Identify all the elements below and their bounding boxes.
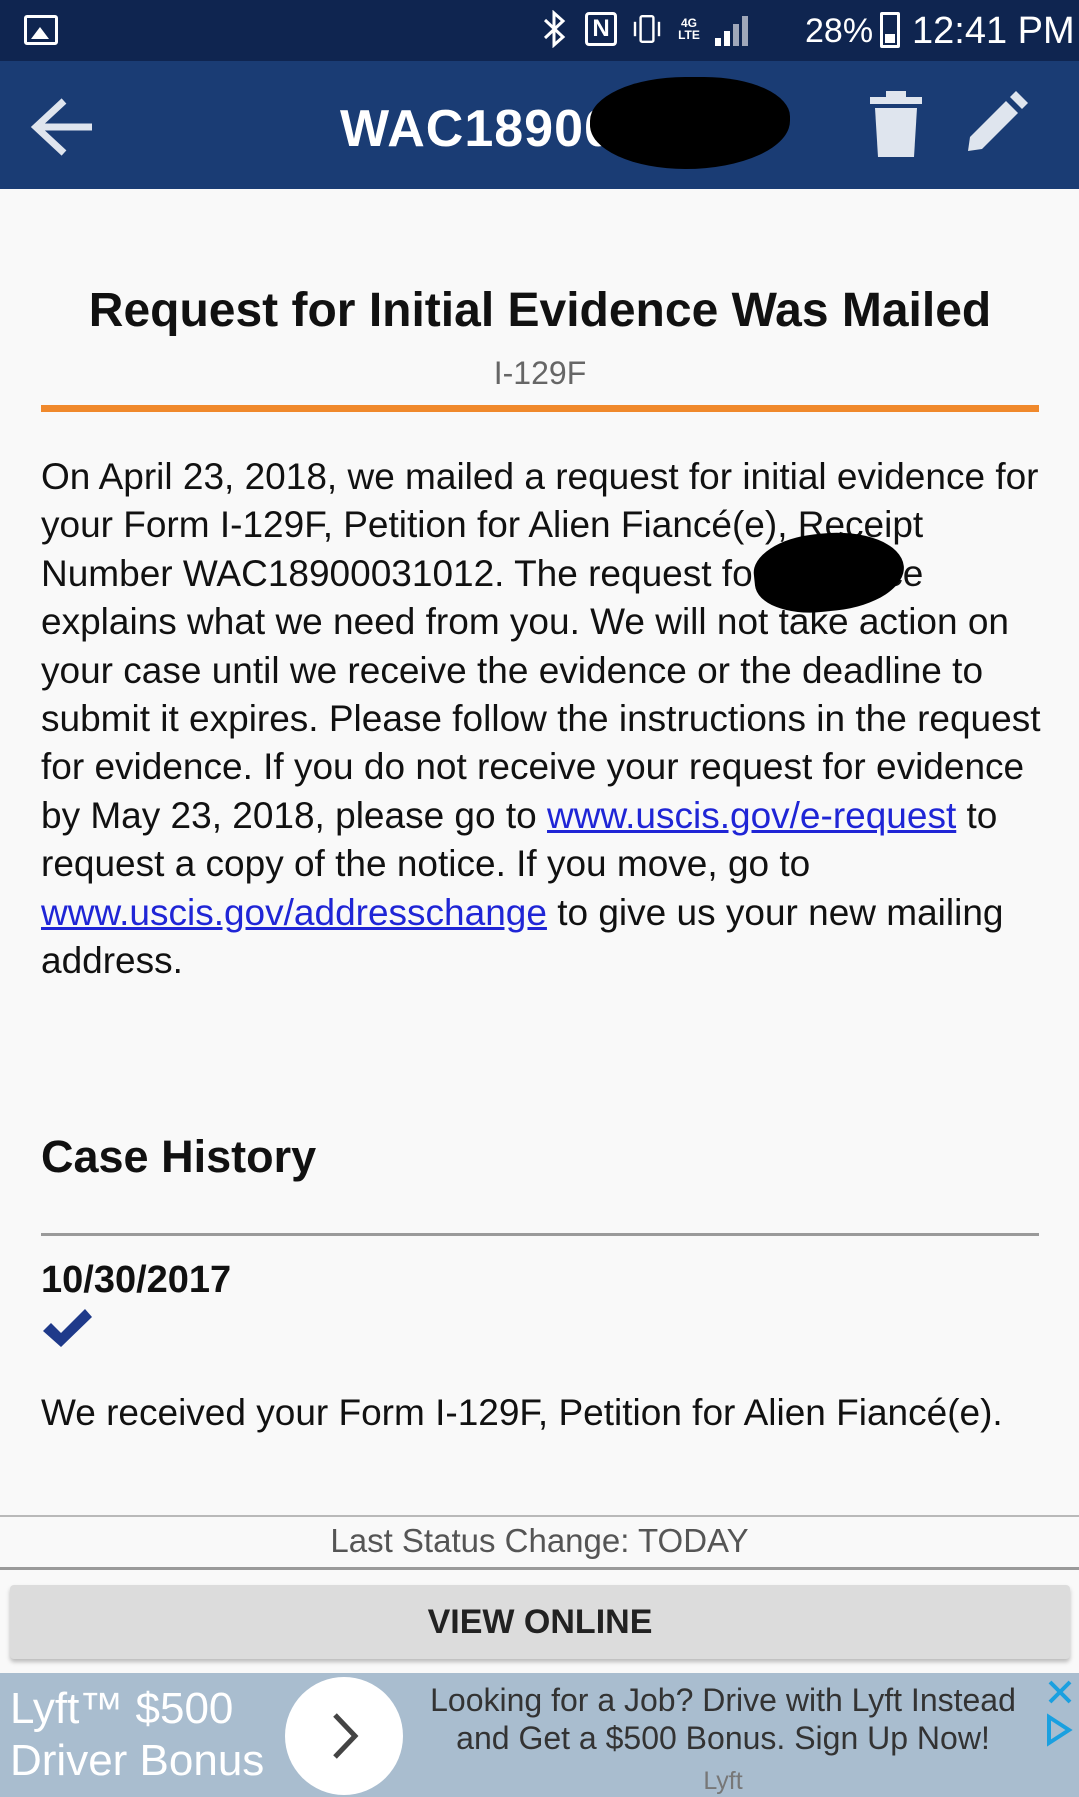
clock: 12:41 PM [912, 10, 1075, 52]
case-description: On April 23, 2018, we mailed a request f… [41, 453, 1041, 985]
trash-icon[interactable] [866, 89, 926, 159]
divider [0, 1515, 1079, 1517]
address-change-link[interactable]: www.uscis.gov/addresschange [41, 892, 547, 933]
edit-pencil-icon[interactable] [960, 87, 1032, 159]
nfc-label: N [592, 15, 610, 42]
form-type: I-129F [493, 355, 587, 391]
vibrate-icon [631, 10, 663, 48]
battery-percent: 28% [805, 12, 874, 50]
nfc-icon: N [585, 12, 617, 46]
case-history-heading: Case History [41, 1131, 317, 1182]
ad-banner[interactable]: Lyft™ $500 Driver Bonus Looking for a Jo… [0, 1673, 1079, 1797]
chevron-right-icon[interactable] [285, 1677, 403, 1795]
redaction-mark [590, 77, 790, 169]
description-text: On April 23, 2018, we mailed a request f… [41, 456, 1041, 836]
checkmark-icon [41, 1307, 93, 1351]
status-icons: N 4G LTE [539, 10, 755, 48]
receipt-number-title: WAC18900 [340, 100, 614, 158]
gallery-icon [24, 15, 58, 45]
network-icon: 4G LTE [677, 10, 701, 48]
battery-icon [880, 12, 900, 48]
bluetooth-icon [539, 10, 571, 48]
status-bar: N 4G LTE 28% 12:41 PM [0, 0, 1079, 61]
ad-body[interactable]: Looking for a Job? Drive with Lyft Inste… [408, 1681, 1038, 1757]
divider [0, 1567, 1079, 1570]
accent-divider [41, 405, 1039, 412]
e-request-link[interactable]: www.uscis.gov/e-request [547, 795, 956, 836]
case-status-title: Request for Initial Evidence Was Mailed [88, 284, 992, 337]
ad-sponsor: Lyft [703, 1767, 743, 1795]
app-bar: WAC18900 [0, 61, 1079, 189]
divider [41, 1233, 1039, 1236]
history-date: 10/30/2017 [41, 1259, 232, 1301]
view-online-button[interactable]: VIEW ONLINE [10, 1585, 1070, 1659]
back-arrow-icon[interactable] [24, 91, 104, 161]
network-label: 4G LTE [678, 16, 700, 42]
signal-icon [715, 12, 755, 46]
history-text: We received your Form I-129F, Petition f… [41, 1392, 1003, 1433]
ad-title[interactable]: Lyft™ $500 Driver Bonus [10, 1683, 310, 1787]
last-status-change: Last Status Change: TODAY [330, 1522, 749, 1559]
ad-choices-icon[interactable] [1043, 1713, 1073, 1747]
close-icon[interactable] [1045, 1677, 1075, 1707]
